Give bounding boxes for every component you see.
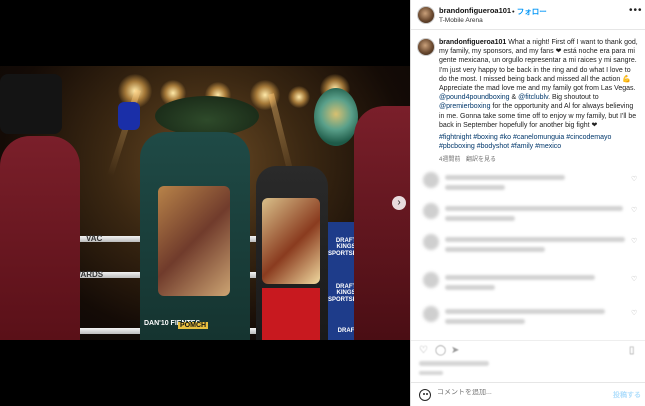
mention-link[interactable]: @pound4poundboxing — [439, 94, 510, 101]
heart-icon[interactable]: ♡ — [419, 345, 428, 356]
blurred-date — [419, 371, 443, 375]
caption-text: & — [509, 94, 519, 102]
post-photo[interactable]: VAC EWARDS MC DRAFT KINGS SPORTSBOOK DRA… — [0, 66, 410, 340]
blurred-text — [445, 309, 605, 314]
blurred-likes — [419, 361, 489, 366]
blurred-text — [445, 185, 505, 190]
blurred-text — [445, 206, 623, 211]
comment-item: ♡ — [417, 203, 639, 231]
comment-item: ♡ — [417, 272, 639, 300]
translate-link[interactable]: 翻訳を見る — [466, 157, 496, 163]
heart-icon[interactable]: ♡ — [631, 237, 637, 245]
avatar[interactable] — [417, 38, 435, 56]
caption-username[interactable]: brandonfigueroa101 — [439, 39, 506, 46]
boxer-right-shirt-print — [262, 198, 320, 284]
comment-item: ♡ — [417, 234, 639, 262]
championship-belt — [314, 88, 358, 146]
caption-text: . Big shoutout to — [548, 94, 599, 102]
cameraman — [0, 74, 62, 134]
rope-sponsor-text: VAC — [86, 234, 103, 243]
media-area: VAC EWARDS MC DRAFT KINGS SPORTSBOOK DRA… — [0, 0, 410, 406]
stage-light — [288, 86, 310, 108]
avatar — [423, 203, 439, 219]
blurred-text — [445, 175, 565, 180]
comment-input[interactable] — [437, 389, 607, 396]
mention-link[interactable]: @fitclublv — [518, 94, 548, 101]
location-link[interactable]: T-Mobile Arena — [439, 17, 483, 24]
bookmark-icon[interactable]: ▯ — [629, 345, 635, 356]
blurred-text — [445, 285, 495, 290]
boxer-sombrero — [155, 96, 259, 136]
trunks-text: POMCH — [178, 322, 209, 329]
separator-dot: • — [512, 7, 515, 16]
blurred-text — [445, 216, 515, 221]
more-horizontal-icon[interactable]: ••• — [629, 5, 643, 16]
avatar — [423, 234, 439, 250]
boxer-left-shirt-print — [158, 186, 230, 296]
follow-label: フォロー — [516, 7, 547, 16]
post-header: brandonfigueroa101 • フォロー T-Mobile Arena… — [411, 0, 645, 30]
chevron-right-icon[interactable]: › — [392, 196, 406, 210]
heart-icon[interactable]: ♡ — [631, 309, 637, 317]
hashtags[interactable]: #fightnight #boxing #ko #canelomunguia #… — [439, 133, 639, 151]
heart-icon[interactable]: ♡ — [631, 275, 637, 283]
caption-text: What a night! First off I want to thank … — [439, 39, 638, 93]
blurred-text — [445, 247, 545, 252]
avatar — [423, 306, 439, 322]
avatar — [423, 272, 439, 288]
heart-icon[interactable]: ♡ — [631, 175, 637, 183]
heart-icon[interactable]: ♡ — [631, 206, 637, 214]
post-meta: 4週間前 翻訳を見る — [439, 154, 496, 163]
post-comment-button[interactable]: 投稿する — [613, 390, 641, 400]
time-ago: 4週間前 — [439, 157, 461, 163]
action-bar: ♡ ◯ ➤ ▯ — [411, 340, 645, 380]
post-side-panel: brandonfigueroa101 • フォロー T-Mobile Arena… — [410, 0, 645, 406]
avatar — [423, 172, 439, 188]
emoji-icon[interactable] — [419, 389, 431, 401]
post-caption: brandonfigueroa101 What a night! First o… — [439, 38, 639, 130]
blurred-text — [445, 275, 595, 280]
blurred-text — [445, 237, 625, 242]
comment-item: ♡ — [417, 172, 639, 200]
share-icon[interactable]: ➤ — [451, 345, 459, 356]
cornerman-left — [0, 136, 80, 340]
comment-item: ♡ — [417, 306, 639, 334]
comment-icon[interactable]: ◯ — [435, 345, 446, 356]
avatar[interactable] — [417, 6, 435, 24]
boxer-right-trunks — [262, 288, 320, 340]
blurred-text — [445, 319, 525, 324]
boxer-left-glove — [118, 102, 140, 130]
cornerman-right — [354, 106, 410, 340]
follow-button[interactable]: • フォロー — [512, 6, 547, 17]
instagram-post-modal: VAC EWARDS MC DRAFT KINGS SPORTSBOOK DRA… — [0, 0, 645, 406]
header-username[interactable]: brandonfigueroa101 — [439, 6, 511, 15]
mention-link[interactable]: @premierboxing — [439, 103, 490, 110]
comment-bar: 投稿する — [411, 382, 645, 406]
